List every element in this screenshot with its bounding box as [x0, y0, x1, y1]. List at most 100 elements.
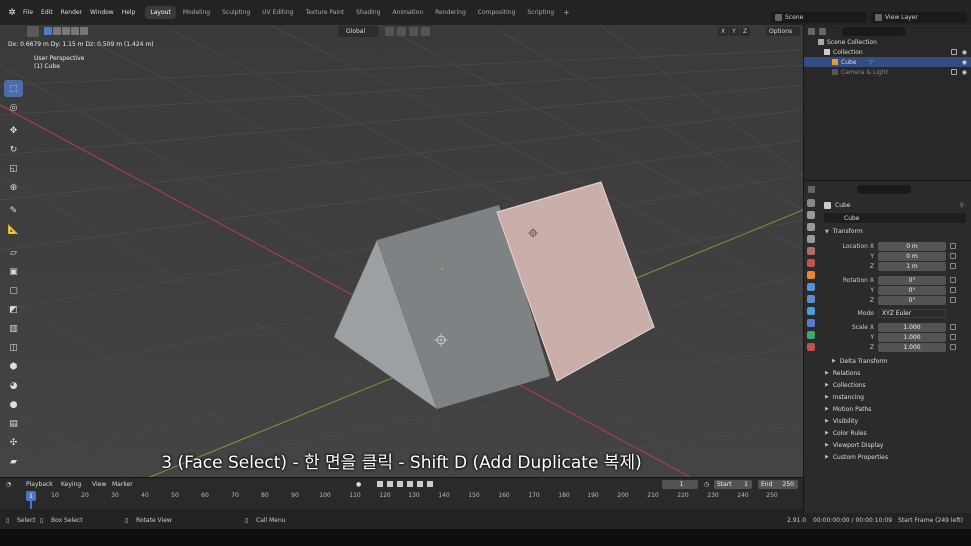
location-x-field[interactable]: 0 m — [878, 241, 946, 251]
inset-tool-icon[interactable]: ▢ — [4, 282, 23, 299]
edge-select-icon[interactable] — [53, 27, 61, 35]
visibility-eye-icon[interactable]: ◉ — [962, 69, 967, 76]
tab-sculpting[interactable]: Sculpting — [217, 6, 255, 19]
data-tab-icon[interactable] — [807, 331, 815, 339]
delta-transform-section[interactable]: ▶ Delta Transform — [820, 355, 970, 367]
scale-tool-icon[interactable]: ◱ — [4, 160, 23, 177]
outliner-editor-icon[interactable] — [808, 27, 815, 35]
smooth-tool-icon[interactable]: ● — [4, 396, 23, 413]
lock-icon[interactable] — [950, 287, 956, 293]
3d-viewport[interactable]: Global X Y Z Options Dx: 0.6679 m Dy: 1.… — [0, 25, 803, 477]
next-keyframe-icon[interactable] — [417, 481, 423, 487]
current-frame-field[interactable]: 1 — [662, 480, 698, 489]
tab-texture-paint[interactable]: Texture Paint — [300, 6, 349, 19]
tab-compositing[interactable]: Compositing — [473, 6, 521, 19]
scale-x-field[interactable]: 1.000 — [878, 322, 946, 332]
constraints-tab-icon[interactable] — [807, 319, 815, 327]
prev-keyframe-icon[interactable] — [387, 481, 393, 487]
tab-layout[interactable]: Layout — [145, 6, 176, 19]
lock-icon[interactable] — [950, 243, 956, 249]
pin-icon[interactable]: ⚲ — [960, 202, 964, 209]
axis-x-button[interactable]: X — [718, 27, 728, 36]
outliner-row-scene-collection[interactable]: Scene Collection — [804, 37, 971, 47]
proportional-edit-icon[interactable] — [409, 27, 418, 36]
outliner-row-collection[interactable]: Collection ◉ — [804, 47, 971, 57]
scene-selector[interactable]: Scene — [771, 12, 867, 23]
visibility-eye-icon[interactable]: ◉ — [962, 59, 967, 66]
record-icon[interactable]: ● — [356, 481, 361, 488]
end-frame-field[interactable]: End 250 — [758, 480, 798, 489]
visibility-section[interactable]: ▶ Visibility — [820, 415, 970, 427]
blender-logo-icon[interactable]: ✲ — [5, 6, 19, 20]
editor-mode-button[interactable] — [27, 26, 39, 37]
playback-menu[interactable]: Playback — [26, 481, 53, 488]
visibility-eye-icon[interactable]: ◉ — [962, 49, 967, 56]
rotation-mode-dropdown[interactable]: XYZ Euler — [878, 308, 946, 318]
cursor-tool-icon[interactable]: ◎ — [4, 99, 23, 116]
output-tab-icon[interactable] — [807, 223, 815, 231]
lock-icon[interactable] — [950, 324, 956, 330]
location-z-field[interactable]: 1 m — [878, 261, 946, 271]
motion-paths-section[interactable]: ▶ Motion Paths — [820, 403, 970, 415]
modifier-tab-icon[interactable] — [807, 283, 815, 291]
poly-build-tool-icon[interactable]: ⬢ — [4, 358, 23, 375]
loop-cut-tool-icon[interactable]: ▥ — [4, 320, 23, 337]
edge-slide-tool-icon[interactable]: ▤ — [4, 415, 23, 432]
menu-render[interactable]: Render — [61, 9, 82, 16]
transform-section-header[interactable]: ▼ Transform — [820, 226, 970, 237]
tab-shading[interactable]: Shading — [351, 6, 385, 19]
object-tab-icon[interactable] — [807, 271, 815, 279]
frame-ruler[interactable]: 10 20 30 40 50 60 70 80 90 100 110 120 1… — [0, 492, 803, 502]
location-y-field[interactable]: 0 m — [878, 251, 946, 261]
rotation-y-field[interactable]: 0° — [878, 285, 946, 295]
extrude-tool-icon[interactable]: ▣ — [4, 263, 23, 280]
add-workspace-icon[interactable]: + — [563, 8, 570, 17]
scale-y-field[interactable]: 1.000 — [878, 332, 946, 342]
lock-icon[interactable] — [950, 297, 956, 303]
play-reverse-icon[interactable] — [397, 481, 403, 487]
instancing-section[interactable]: ▶ Instancing — [820, 391, 970, 403]
clock-icon[interactable]: ◷ — [704, 481, 709, 488]
scene-tab-icon[interactable] — [807, 247, 815, 255]
menu-edit[interactable]: Edit — [41, 9, 53, 16]
color-rules-section[interactable]: ▶ Color Rules — [820, 427, 970, 439]
tab-scripting[interactable]: Scripting — [522, 6, 559, 19]
lock-icon[interactable] — [950, 334, 956, 340]
timeline-editor-icon[interactable]: ◔ — [6, 481, 11, 488]
options-dropdown[interactable]: Options — [766, 27, 800, 36]
lock-icon[interactable] — [950, 253, 956, 259]
material-tab-icon[interactable] — [807, 343, 815, 351]
view-layer-tab-icon[interactable] — [807, 235, 815, 243]
transform-mode-icon[interactable] — [71, 27, 79, 35]
rotation-x-field[interactable]: 0° — [878, 275, 946, 285]
tab-rendering[interactable]: Rendering — [430, 6, 471, 19]
viewport-display-section[interactable]: ▶ Viewport Display — [820, 439, 970, 451]
outliner-search-input[interactable] — [842, 26, 906, 36]
properties-search-input[interactable] — [857, 184, 911, 194]
selection-icon[interactable] — [80, 27, 88, 35]
render-tab-icon[interactable] — [807, 211, 815, 219]
exclude-checkbox[interactable] — [951, 49, 957, 55]
axis-z-button[interactable]: Z — [740, 27, 750, 36]
view-layer-selector[interactable]: View Layer — [871, 12, 967, 23]
bevel-tool-icon[interactable]: ◩ — [4, 301, 23, 318]
playhead-frame-indicator[interactable]: 1 — [26, 491, 36, 501]
scale-z-field[interactable]: 1.000 — [878, 342, 946, 352]
menu-file[interactable]: File — [23, 9, 33, 16]
marker-menu[interactable]: Marker — [112, 481, 133, 488]
falloff-icon[interactable] — [421, 27, 430, 36]
axis-y-button[interactable]: Y — [729, 27, 739, 36]
jump-end-icon[interactable] — [427, 481, 433, 487]
custom-properties-section[interactable]: ▶ Custom Properties — [820, 451, 970, 463]
annotate-tool-icon[interactable]: ✎ — [4, 202, 23, 219]
outliner-row-cube[interactable]: Cube ▽ ◉ — [804, 57, 971, 67]
exclude-checkbox[interactable] — [951, 69, 957, 75]
lock-icon[interactable] — [950, 277, 956, 283]
menu-help[interactable]: Help — [122, 9, 136, 16]
menu-window[interactable]: Window — [90, 9, 114, 16]
move-tool-icon[interactable]: ✥ — [4, 122, 23, 139]
world-tab-icon[interactable] — [807, 259, 815, 267]
relations-section[interactable]: ▶ Relations — [820, 367, 970, 379]
play-icon[interactable] — [407, 481, 413, 487]
object-name-field[interactable]: Cube — [824, 213, 966, 223]
